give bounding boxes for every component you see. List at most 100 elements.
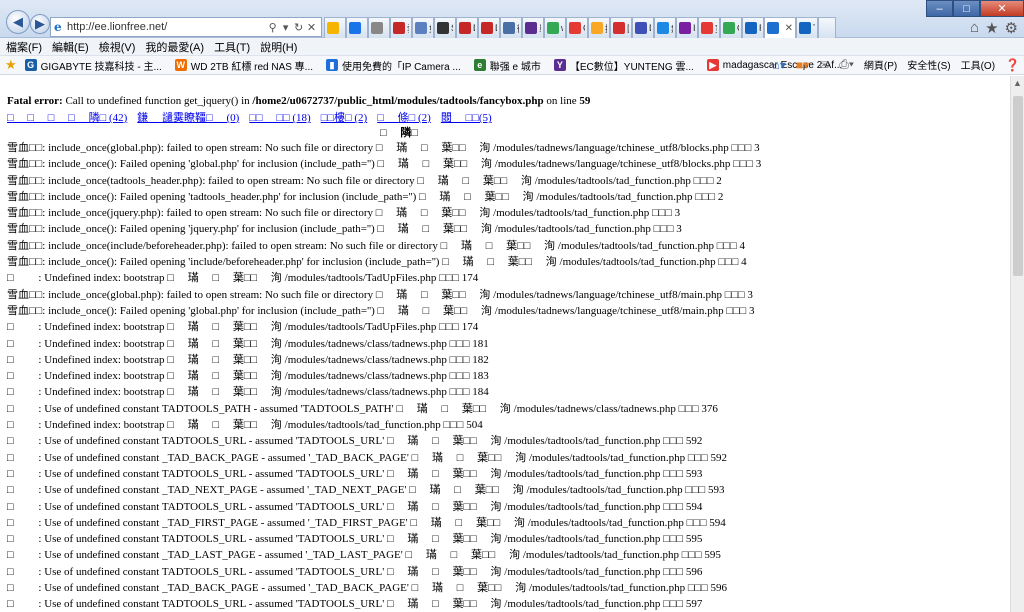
browser-tab[interactable] bbox=[346, 17, 368, 38]
print-icon[interactable]: ⎙▾ bbox=[839, 57, 854, 72]
tab-label: I bbox=[693, 23, 695, 33]
safety-menu[interactable]: 安全性(S) bbox=[907, 57, 950, 72]
menu-item[interactable]: 編輯(E) bbox=[52, 39, 89, 55]
error-log-line: □ : Undefined index: bootstrap □ 璊 □ 葉□□… bbox=[7, 337, 489, 350]
fatal-error-message: Call to undefined function get_jquery() … bbox=[62, 95, 253, 107]
page-link[interactable]: □ 條□ (2) bbox=[377, 112, 431, 124]
browser-tab[interactable]: G bbox=[720, 17, 742, 38]
favorite-link[interactable]: W WD 2TB 紅標 red NAS 專... bbox=[174, 58, 313, 73]
home-icon[interactable]: ⌂▾ bbox=[773, 58, 786, 72]
menu-item[interactable]: 說明(H) bbox=[260, 39, 297, 55]
tab-label: S bbox=[451, 23, 453, 33]
favorite-link[interactable]: ▮ 使用免費的「IP Camera ... bbox=[326, 58, 461, 73]
url-input[interactable] bbox=[66, 21, 267, 33]
browser-tab[interactable]: 搜 bbox=[588, 17, 610, 38]
browser-tab[interactable] bbox=[368, 17, 390, 38]
fatal-error-line-label: on line bbox=[543, 95, 580, 107]
tab-strip: 雲 如 S D D 微 單 w C 搜 國 D 無 I 寬 G R ✕ T bbox=[324, 17, 836, 38]
tab-label: C bbox=[583, 23, 585, 33]
stop-icon[interactable]: ✕ bbox=[305, 21, 318, 34]
tab-label: 寬 bbox=[715, 22, 717, 35]
favorite-link[interactable]: Y 【EC數位】YUNTENG 雲... bbox=[553, 58, 694, 73]
help-icon[interactable]: ❓ bbox=[1005, 58, 1020, 72]
new-tab-button[interactable] bbox=[818, 17, 836, 38]
browser-tab[interactable]: 無 bbox=[654, 17, 676, 38]
favorites-star-icon[interactable]: ★ bbox=[5, 57, 17, 73]
browser-tab[interactable]: 雲 bbox=[390, 17, 412, 38]
close-tab-icon[interactable]: ✕ bbox=[785, 23, 793, 34]
ie-page-icon: e bbox=[54, 20, 62, 34]
browser-tab[interactable]: ✕ bbox=[764, 17, 796, 38]
page-link[interactable]: 鎌 譴霙瞭韁□ (0) bbox=[137, 112, 239, 124]
refresh-icon[interactable]: ↻ bbox=[292, 21, 305, 34]
error-log-line: 雪血□□: include_once(global.php): failed t… bbox=[7, 288, 753, 301]
rss-feed-icon[interactable]: ■▾ bbox=[796, 58, 809, 72]
error-log-line: □ : Undefined index: bootstrap □ 璊 □ 葉□□… bbox=[7, 272, 479, 285]
command-bar: ⌂▾ ■▾ ✉ ⎙▾ 網頁(P) 安全性(S) 工具(O) ❓ bbox=[763, 57, 1020, 72]
forward-button[interactable]: ▶ bbox=[30, 14, 50, 34]
error-log-line: 雪血□□: include_once(): Failed opening 'in… bbox=[7, 256, 747, 269]
back-button[interactable]: ◀ bbox=[6, 10, 30, 34]
address-bar[interactable]: e ⚲ ▾ ↻ ✕ bbox=[50, 17, 322, 37]
page-menu[interactable]: 網頁(P) bbox=[864, 57, 897, 72]
tools-menu[interactable]: 工具(O) bbox=[961, 57, 995, 72]
browser-tab[interactable]: 國 bbox=[610, 17, 632, 38]
error-log-line: □ : Undefined index: bootstrap □ 璊 □ 葉□□… bbox=[7, 370, 489, 383]
tab-favicon-icon bbox=[525, 22, 537, 34]
favorites-star-icon[interactable]: ★ bbox=[985, 19, 998, 37]
maximize-button[interactable]: □ bbox=[953, 0, 980, 17]
window-controls: – □ ✕ bbox=[926, 0, 1024, 17]
fatal-error-label: Fatal error: bbox=[7, 95, 63, 107]
scroll-up-icon[interactable]: ▲ bbox=[1011, 76, 1024, 90]
tab-favicon-icon bbox=[767, 22, 779, 34]
browser-tab[interactable]: D bbox=[632, 17, 654, 38]
browser-tab[interactable]: 寬 bbox=[698, 17, 720, 38]
tab-label: 雲 bbox=[407, 22, 409, 35]
browser-tab[interactable]: T bbox=[796, 17, 818, 38]
tab-label: 如 bbox=[429, 22, 431, 35]
browser-tab[interactable]: C bbox=[566, 17, 588, 38]
error-log-line: □ : Use of undefined constant TADTOOLS_U… bbox=[7, 435, 703, 448]
home-icon[interactable]: ⌂ bbox=[970, 19, 979, 37]
minimize-button[interactable]: – bbox=[926, 0, 953, 17]
menu-item[interactable]: 檔案(F) bbox=[6, 39, 42, 55]
browser-tab[interactable]: w bbox=[544, 17, 566, 38]
search-icon[interactable]: ⚲ bbox=[266, 21, 279, 34]
favorite-site-icon: W bbox=[174, 59, 187, 71]
page-link[interactable]: □□樓□ (2) bbox=[321, 112, 368, 124]
tab-favicon-icon bbox=[459, 22, 471, 34]
error-log-line: □ : Use of undefined constant TADTOOLS_U… bbox=[7, 598, 703, 611]
tab-favicon-icon bbox=[481, 22, 493, 34]
arrow-left-icon: ◀ bbox=[13, 14, 23, 29]
error-log-line: □ : Use of undefined constant TADTOOLS_U… bbox=[7, 500, 703, 513]
page-link[interactable]: 閸 □□(5) bbox=[441, 112, 492, 124]
browser-tab[interactable]: I bbox=[676, 17, 698, 38]
browser-tab[interactable] bbox=[324, 17, 346, 38]
favorite-link[interactable]: e 聯强 e 城市 bbox=[473, 58, 541, 73]
browser-tab[interactable]: 微 bbox=[500, 17, 522, 38]
tab-favicon-icon bbox=[371, 22, 383, 34]
favorite-site-icon: Y bbox=[553, 59, 566, 71]
favorite-site-icon: ▮ bbox=[326, 59, 339, 71]
tab-favicon-icon bbox=[657, 22, 669, 34]
close-window-button[interactable]: ✕ bbox=[980, 0, 1024, 17]
browser-tab[interactable]: 單 bbox=[522, 17, 544, 38]
browser-tab[interactable]: S bbox=[434, 17, 456, 38]
menu-item[interactable]: 我的最愛(A) bbox=[145, 39, 204, 55]
scroll-thumb[interactable] bbox=[1013, 96, 1023, 276]
favorite-link[interactable]: G GIGABYTE 技嘉科技 - 主... bbox=[24, 58, 162, 73]
menu-item[interactable]: 檢視(V) bbox=[99, 39, 136, 55]
browser-tab[interactable]: R bbox=[742, 17, 764, 38]
mail-icon[interactable]: ✉ bbox=[819, 58, 829, 72]
page-link[interactable]: □ □ □ □ 隣□ (42) bbox=[7, 112, 127, 124]
tab-label: D bbox=[649, 23, 651, 33]
browser-tab[interactable]: D bbox=[478, 17, 500, 38]
vertical-scrollbar[interactable]: ▲ bbox=[1010, 76, 1024, 612]
dropdown-icon[interactable]: ▾ bbox=[279, 21, 292, 34]
page-links: □ □ □ □ 隣□ (42) 鎌 譴霙瞭韁□ (0) □□ □□ (18) □□樓□… bbox=[7, 109, 502, 125]
gear-icon[interactable]: ⚙ bbox=[1005, 19, 1018, 37]
browser-tab[interactable]: D bbox=[456, 17, 478, 38]
menu-item[interactable]: 工具(T) bbox=[214, 39, 250, 55]
page-link[interactable]: □□ □□ (18) bbox=[249, 112, 310, 124]
browser-tab[interactable]: 如 bbox=[412, 17, 434, 38]
